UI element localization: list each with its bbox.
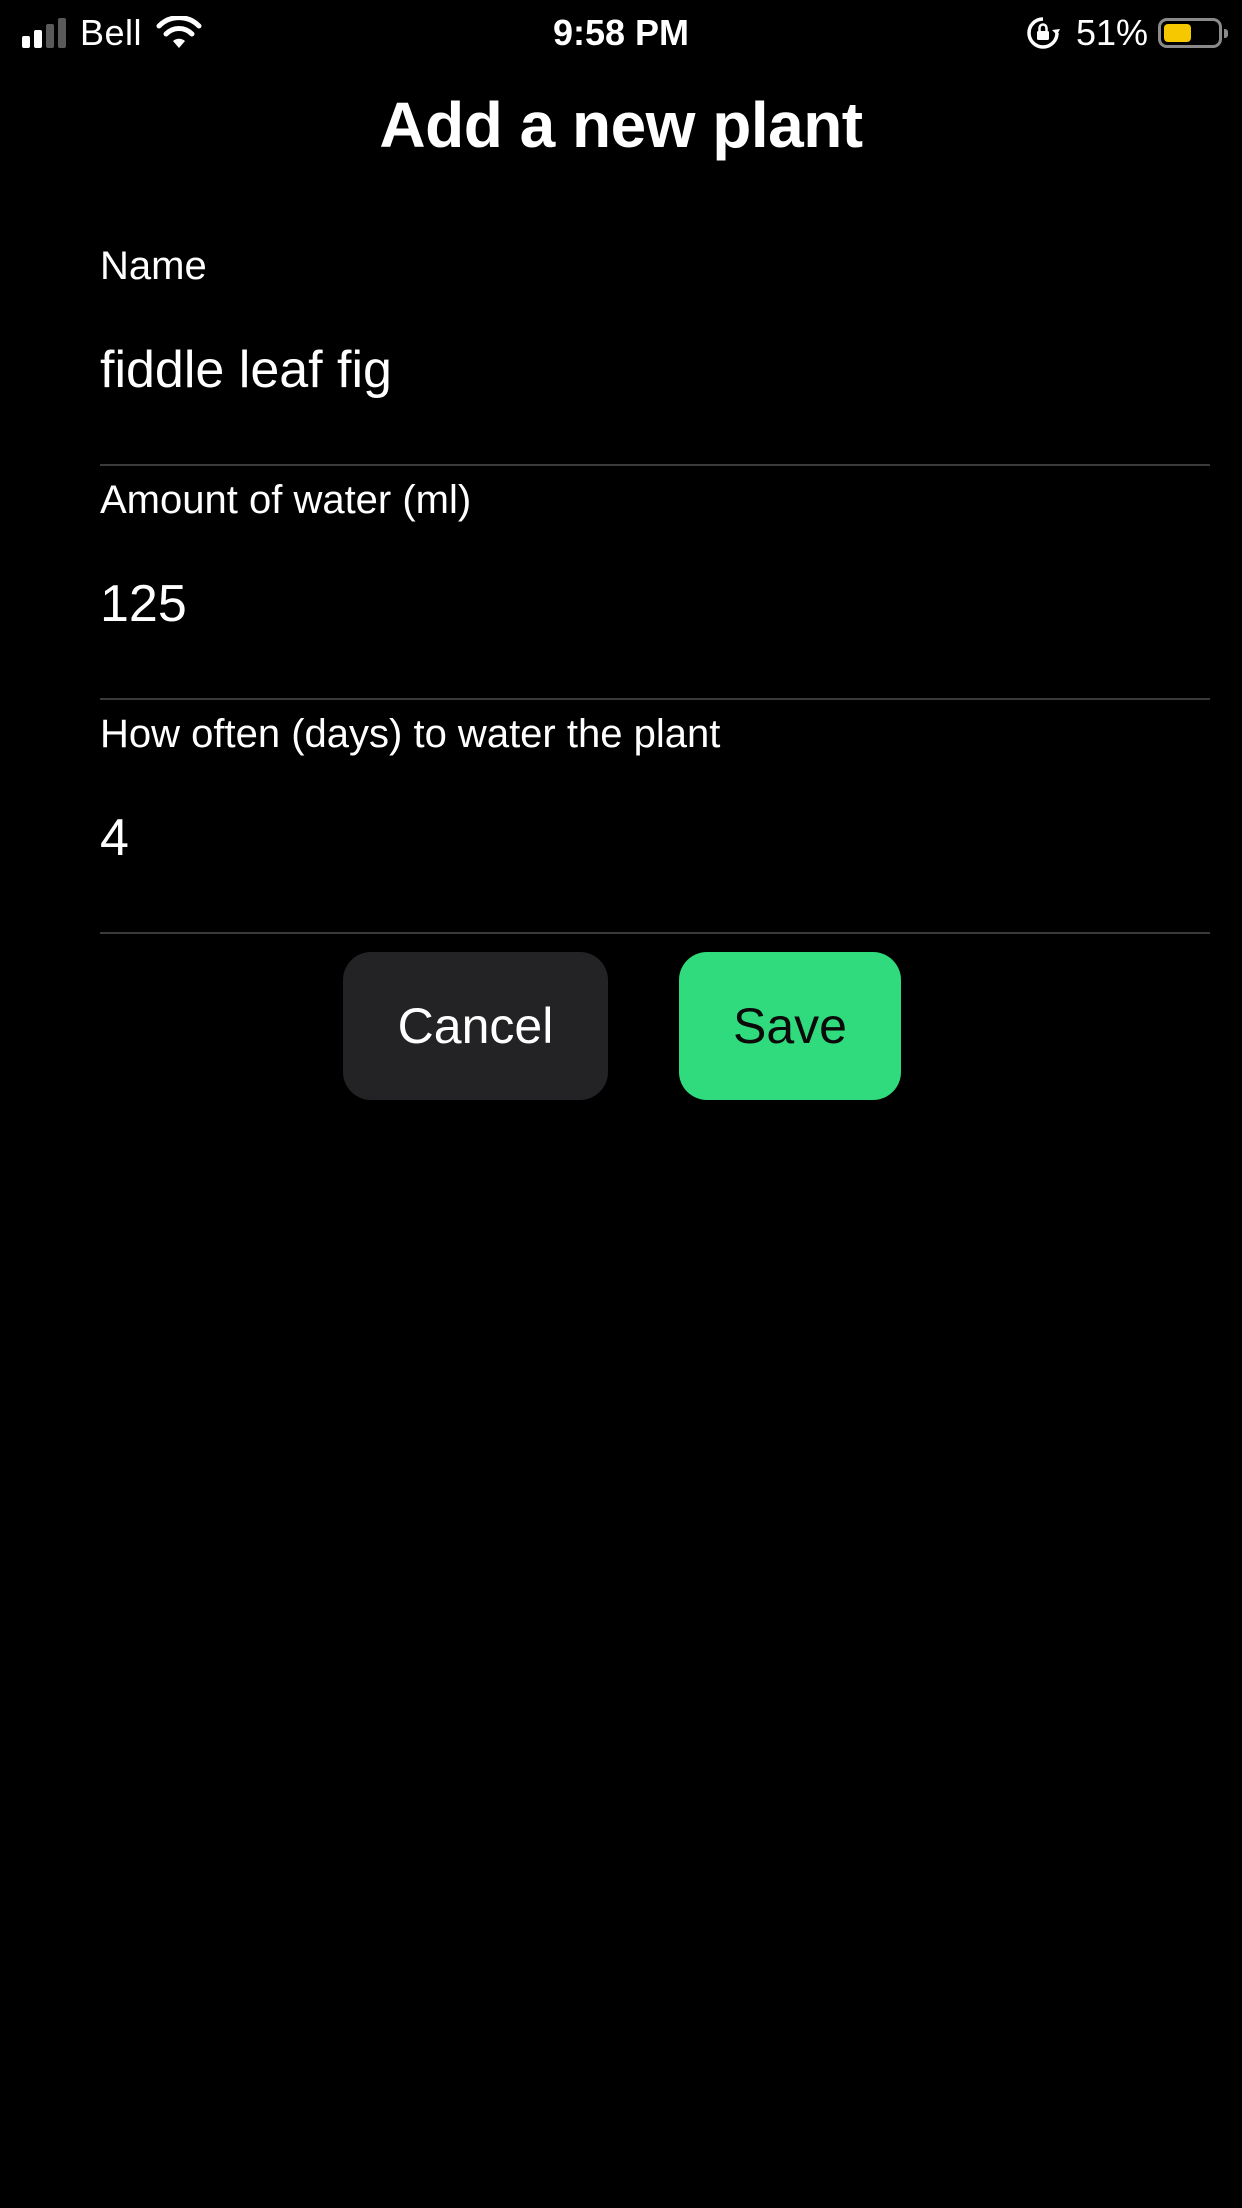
status-bar: Bell 9:58 PM 51%: [0, 0, 1242, 66]
status-bar-right: 51%: [1026, 0, 1228, 66]
frequency-input[interactable]: [100, 808, 1210, 868]
cancel-button[interactable]: Cancel: [343, 952, 608, 1100]
name-label: Name: [100, 244, 207, 288]
battery-percentage: 51%: [1075, 12, 1148, 53]
add-plant-form: Name Amount of water (ml) How often (day…: [100, 232, 1210, 934]
page-title: Add a new plant: [379, 89, 863, 161]
frequency-label: How often (days) to water the plant: [100, 712, 721, 756]
frequency-field-group: How often (days) to water the plant: [100, 700, 1210, 934]
water-amount-field-group: Amount of water (ml): [100, 466, 1210, 700]
battery-level-fill: [1164, 24, 1191, 42]
orientation-lock-icon: [1027, 17, 1060, 49]
name-input[interactable]: [100, 340, 1210, 400]
frequency-divider: [100, 932, 1210, 934]
water-amount-label: Amount of water (ml): [100, 478, 472, 522]
name-field-group: Name: [100, 232, 1210, 466]
battery-icon: [1158, 18, 1228, 48]
save-button[interactable]: Save: [679, 952, 901, 1100]
water-amount-input[interactable]: [100, 574, 1210, 634]
battery-tip: [1224, 29, 1228, 38]
